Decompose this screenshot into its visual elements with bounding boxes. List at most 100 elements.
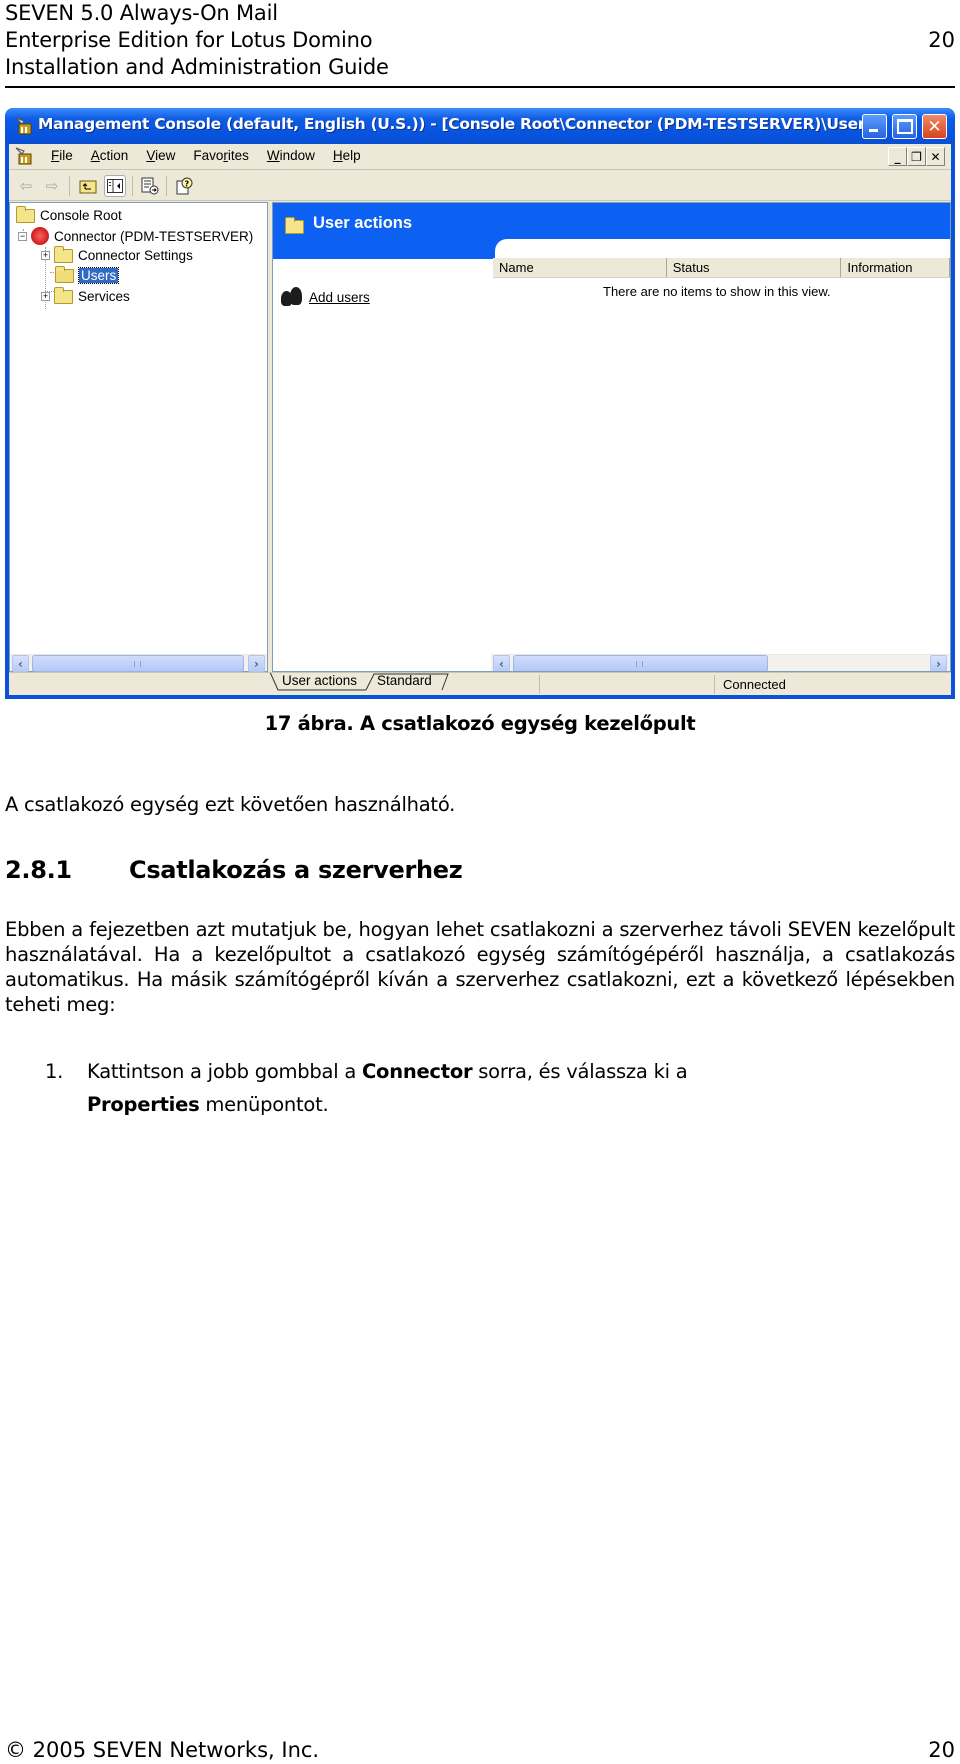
add-users-link[interactable]: Add users [309,290,370,305]
ui-term-properties: Properties [87,1093,200,1116]
tree-item-label: Connector Settings [78,248,193,263]
step-text-part: sorra, és válassza ki a [472,1060,688,1083]
up-one-level-icon[interactable] [77,175,99,197]
menu-label: indow [279,148,315,163]
footer-page-number: 20 [928,1738,955,1762]
list-marker: 1. [45,1060,64,1083]
section-number: 2.8.1 [5,856,72,884]
menu-label: ites [227,148,249,163]
menu-action[interactable]: Action [82,148,138,163]
scroll-left-icon[interactable]: ‹ [12,655,29,672]
page-footer: © 2005 SEVEN Networks, Inc. 20 [5,1737,955,1764]
folder-icon [285,217,304,234]
status-connected: Connected [714,675,941,694]
collapse-icon[interactable]: − [18,231,27,241]
mdi-close-button[interactable]: ✕ [926,147,945,166]
section-heading: 2.8.1 Csatlakozás a szerverhez [5,856,463,884]
toolbar-separator [132,176,133,196]
column-header-status[interactable]: Status [667,258,842,277]
mmc-app-icon [15,117,32,135]
menu-label: elp [342,148,361,163]
window-client-area: File Action View Favorites Window Help _… [9,144,951,695]
scrollbar-thumb[interactable] [513,655,768,671]
management-console-window: Management Console (default, English (U.… [5,108,955,699]
menu-view[interactable]: View [137,148,184,163]
connector-icon [31,227,49,245]
menu-bar: File Action View Favorites Window Help _… [9,144,951,170]
menu-favorites[interactable]: Favorites [184,148,258,163]
menu-list: File Action View Favorites Window Help [42,148,370,163]
header-product: SEVEN 5.0 Always-On Mail [5,1,278,25]
tree-item-services[interactable]: + Services [41,286,130,304]
header-divider [5,86,955,88]
folder-icon [16,205,35,223]
step-text-part: menüpontot. [199,1093,329,1116]
scroll-right-icon[interactable]: › [930,655,947,671]
status-bar: Connected [9,672,951,695]
toolbar-separator [69,176,70,196]
expand-icon[interactable]: + [41,292,50,301]
list-column-headers: Name Status Information [493,258,950,278]
empty-list-message: There are no items to show in this view. [603,284,831,299]
show-hide-tree-icon[interactable] [104,175,126,197]
header-page-number: 20 [928,28,955,52]
tree-item-label: Users [77,267,120,284]
scroll-right-icon[interactable]: › [248,655,265,672]
users-icon [281,287,303,307]
tree-item-label: Services [78,289,130,304]
menu-label: ction [99,148,129,163]
back-arrow-icon[interactable]: ⇦ [15,175,37,197]
minimize-button[interactable] [862,114,887,139]
header-guide: Installation and Administration Guide [5,55,389,79]
intro-paragraph: A csatlakozó egység ezt követően használ… [5,793,456,816]
menu-label: ile [59,148,73,163]
mdi-child-icon[interactable] [15,147,33,165]
tree-item-connector[interactable]: − Connector (PDM-TESTSERVER) [18,227,253,245]
step-text-part: Kattintson a jobb gombbal a [87,1060,362,1083]
menu-accel: F [51,148,60,163]
mdi-restore-button[interactable]: ❐ [907,147,926,166]
forward-arrow-icon[interactable]: ⇨ [41,175,63,197]
tree-item-console-root[interactable]: Console Root [16,205,122,223]
tree-item-connector-settings[interactable]: + Connector Settings [41,245,193,263]
taskpad-title: User actions [313,214,413,232]
menu-label: Favo [193,148,224,163]
grip-icon [134,661,141,667]
scrollbar-thumb[interactable] [32,655,244,672]
figure-caption: 17 ábra. A csatlakozó egység kezelőpult [264,712,696,735]
tree-horizontal-scrollbar[interactable]: ‹ › [10,654,267,672]
close-button[interactable]: ✕ [922,114,947,139]
export-list-icon[interactable] [139,175,161,197]
tree-item-users[interactable]: Users [55,265,120,284]
help-icon[interactable]: ? [173,175,195,197]
add-users-task[interactable]: Add users [281,287,370,307]
maximize-button[interactable] [892,114,917,139]
ui-term-connector: Connector [361,1060,473,1083]
close-icon: ✕ [927,116,942,137]
footer-copyright: © 2005 SEVEN Networks, Inc. [5,1738,320,1762]
list-horizontal-scrollbar[interactable]: ‹ › [491,654,950,671]
menu-accel: V [146,148,156,163]
expand-icon[interactable]: + [41,251,50,260]
grip-icon [636,661,643,667]
menu-window[interactable]: Window [258,148,324,163]
header-edition: Enterprise Edition for Lotus Domino [5,28,373,52]
toolbar-separator [166,176,167,196]
menu-accel: H [332,148,343,163]
mdi-minimize-button[interactable]: _ [888,147,907,166]
column-header-information[interactable]: Information [841,258,950,277]
console-panes: Console Root − Connector (PDM-TESTSERVER… [9,202,951,672]
menu-file[interactable]: File [42,148,82,163]
taskpad-pane: User actions Name Status Information The… [272,202,951,672]
page-header: SEVEN 5.0 Always-On Mail Enterprise Edit… [5,0,955,90]
scroll-left-icon[interactable]: ‹ [493,655,510,671]
maximize-icon [893,115,916,138]
title-bar[interactable]: Management Console (default, English (U.… [5,108,955,144]
tree-item-label: Console Root [40,208,122,223]
menu-help[interactable]: Help [324,148,370,163]
column-header-name[interactable]: Name [493,258,667,277]
section-title: Csatlakozás a szerverhez [129,856,463,884]
menu-accel: W [266,148,280,163]
menu-accel: A [90,148,100,163]
toolbar: ⇦ ⇨ ? [9,170,951,201]
